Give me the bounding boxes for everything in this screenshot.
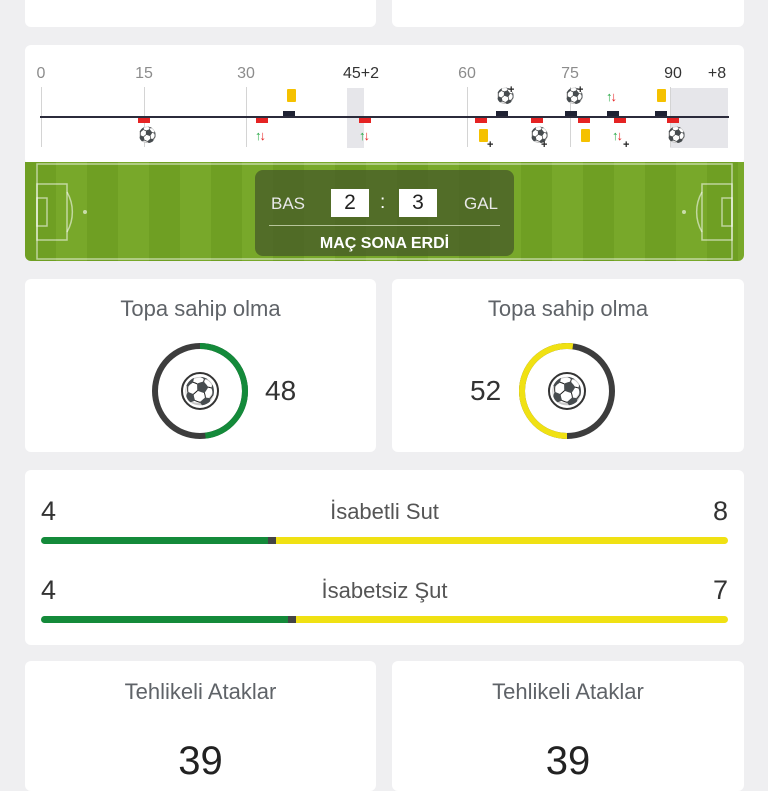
shots-off-target-home-fill bbox=[41, 616, 289, 623]
dangerous-attacks-title: Tehlikeli Ataklar bbox=[492, 679, 644, 704]
home-event-marker bbox=[283, 111, 295, 116]
home-event-marker bbox=[565, 111, 577, 116]
possession-card-away: Topa sahip olma ⚽ 52 bbox=[392, 279, 744, 452]
away-event-marker bbox=[475, 118, 487, 123]
soccer-ball-icon: ⚽ bbox=[548, 372, 586, 410]
home-score: 2 bbox=[331, 189, 369, 217]
home-event-marker bbox=[607, 111, 619, 116]
dangerous-attacks-title: Tehlikeli Ataklar bbox=[124, 679, 277, 704]
bar-divider bbox=[267, 537, 276, 544]
substitution-icon: ↑↓ bbox=[606, 89, 617, 104]
shots-on-target-bar bbox=[41, 537, 728, 544]
tick-label-75: 75 bbox=[561, 65, 579, 82]
match-status: MAÇ SONA ERDİ bbox=[319, 235, 450, 252]
goal-icon: ⚽ bbox=[667, 127, 686, 144]
yellow-card-icon bbox=[657, 89, 666, 102]
tick-label-plus-8: +8 bbox=[707, 65, 727, 82]
plus-icon: + bbox=[623, 139, 630, 151]
shots-on-target-away: 8 bbox=[712, 496, 728, 526]
shots-off-target-away: 7 bbox=[712, 575, 728, 605]
scoreboard: BAS 2 : 3 GAL MAÇ SONA ERDİ bbox=[255, 170, 514, 256]
away-event-marker bbox=[614, 118, 626, 123]
match-timeline: 0 15 30 45+2 60 75 90 +8 ⚽ + ⚽ + ↑↓ ⚽ ↑↓… bbox=[25, 45, 744, 165]
bar-divider bbox=[288, 616, 297, 623]
possession-card-home: Topa sahip olma ⚽ 48 bbox=[25, 279, 376, 452]
plus-icon: + bbox=[541, 139, 548, 151]
away-event-marker bbox=[138, 118, 150, 123]
shots-on-target-label: İsabetli Sut bbox=[330, 499, 439, 524]
away-event-marker bbox=[667, 118, 679, 123]
pitch-banner: BAS 2 : 3 GAL MAÇ SONA ERDİ bbox=[25, 162, 744, 261]
away-event-marker bbox=[359, 118, 371, 123]
dangerous-attacks-card-away: Tehlikeli Ataklar 39 bbox=[392, 661, 744, 791]
shots-on-target-away-fill bbox=[275, 537, 728, 544]
tick-label-60: 60 bbox=[458, 65, 476, 82]
yellow-card-icon bbox=[287, 89, 296, 102]
shots-on-target-home-fill bbox=[41, 537, 268, 544]
possession-home-value: 48 bbox=[265, 375, 297, 406]
soccer-ball-icon: ⚽ bbox=[181, 372, 219, 410]
goal-icon: ⚽ bbox=[138, 127, 157, 144]
shots-off-target-label: İsabetsiz Şut bbox=[321, 578, 448, 603]
shots-on-target-row: 4 İsabetli Sut 8 bbox=[41, 496, 728, 556]
scoreboard-divider bbox=[269, 225, 500, 226]
away-event-marker bbox=[578, 118, 590, 123]
home-event-marker bbox=[655, 111, 667, 116]
dangerous-attacks-home-value: 39 bbox=[178, 739, 223, 783]
shots-card: 4 İsabetli Sut 8 4 İsabetsiz Şut 7 bbox=[25, 470, 744, 645]
top-card-right bbox=[392, 0, 744, 27]
possession-away-value: 52 bbox=[470, 375, 502, 406]
plus-icon: + bbox=[577, 84, 584, 96]
tick-label-15: 15 bbox=[135, 65, 153, 82]
substitution-icon: ↑↓ bbox=[359, 128, 370, 143]
top-card-left bbox=[25, 0, 376, 27]
away-score: 3 bbox=[399, 189, 437, 217]
dangerous-attacks-away-value: 39 bbox=[545, 739, 591, 783]
tick-label-30: 30 bbox=[237, 65, 255, 82]
home-event-marker bbox=[496, 111, 508, 116]
score-separator: : bbox=[380, 192, 386, 213]
shots-off-target-away-fill bbox=[296, 616, 728, 623]
possession-title: Topa sahip olma bbox=[120, 296, 281, 321]
home-team-name: BAS bbox=[271, 194, 306, 213]
yellow-card-icon bbox=[581, 129, 590, 142]
dangerous-attacks-card-home: Tehlikeli Ataklar 39 bbox=[25, 661, 376, 791]
shots-off-target-bar bbox=[41, 616, 728, 623]
tick-label-90: 90 bbox=[664, 65, 682, 82]
plus-icon: + bbox=[487, 139, 494, 151]
away-event-marker bbox=[531, 118, 543, 123]
shots-off-target-row: 4 İsabetsiz Şut 7 bbox=[41, 575, 728, 635]
tick-label-45-2: 45+2 bbox=[342, 65, 380, 82]
substitution-icon: ↑↓ bbox=[255, 128, 266, 143]
away-event-marker bbox=[256, 118, 268, 123]
away-team-name: GAL bbox=[463, 194, 498, 213]
plus-icon: + bbox=[508, 84, 515, 96]
possession-title: Topa sahip olma bbox=[487, 296, 649, 321]
tick-label-0: 0 bbox=[36, 65, 46, 82]
